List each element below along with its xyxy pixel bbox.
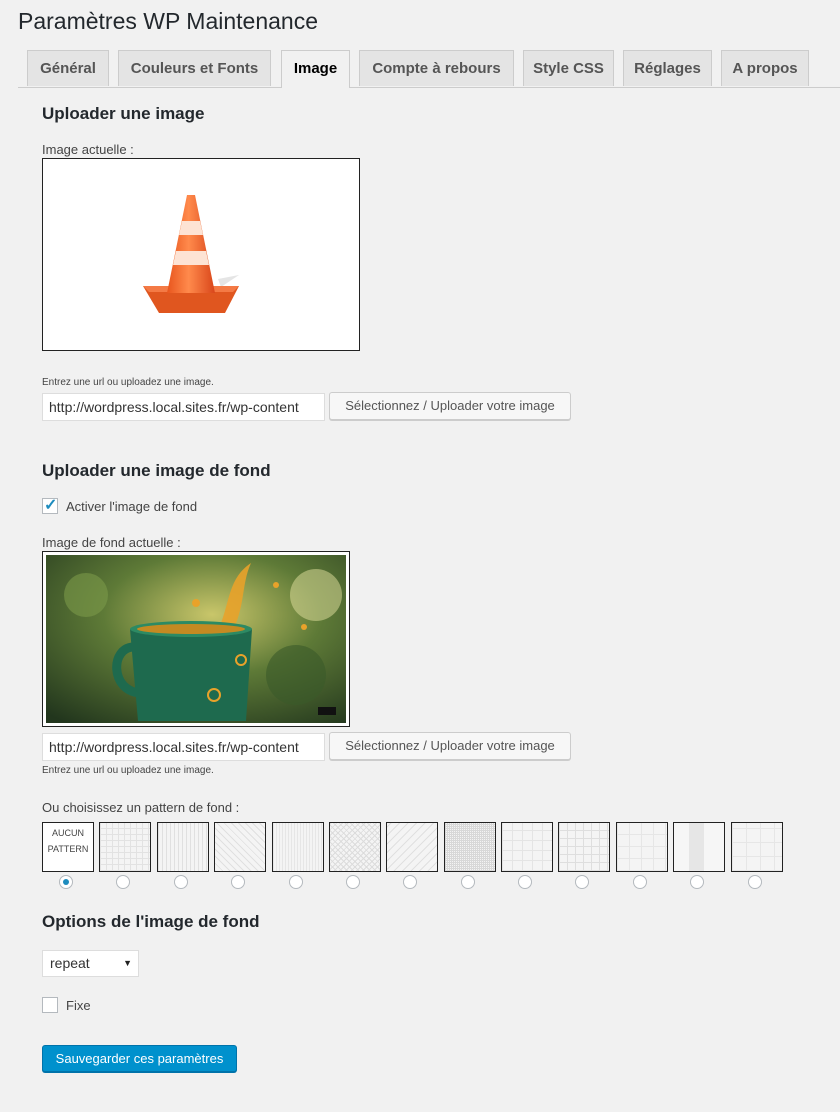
pattern-none[interactable]: AUCUN PATTERN <box>42 822 94 872</box>
pattern-radio-1[interactable] <box>116 875 130 889</box>
pattern-radio-4[interactable] <box>289 875 303 889</box>
pattern-6[interactable] <box>386 822 438 872</box>
pattern-11[interactable] <box>673 822 725 872</box>
pattern-radio-12[interactable] <box>748 875 762 889</box>
current-image-preview <box>42 158 360 351</box>
traffic-cone-icon <box>143 195 239 313</box>
pattern-4[interactable] <box>272 822 324 872</box>
tab-a-propos[interactable]: A propos <box>721 50 809 86</box>
background-help-text: Entrez une url ou uploadez une image. <box>42 765 214 776</box>
pattern-9[interactable] <box>558 822 610 872</box>
pattern-8[interactable] <box>501 822 553 872</box>
mug-photo-image <box>46 555 346 723</box>
pattern-12[interactable] <box>731 822 783 872</box>
pattern-7[interactable] <box>444 822 496 872</box>
pattern-label: Ou choisissez un pattern de fond : <box>42 800 240 815</box>
pattern-radio-10[interactable] <box>633 875 647 889</box>
pattern-none-line2: PATTERN <box>47 844 89 854</box>
upload-background-heading: Uploader une image de fond <box>42 461 271 480</box>
pattern-radio-9[interactable] <box>575 875 589 889</box>
pattern-radio-3[interactable] <box>231 875 245 889</box>
enable-background-label[interactable]: Activer l'image de fond <box>66 499 197 514</box>
tab-couleurs-fonts[interactable]: Couleurs et Fonts <box>118 50 271 86</box>
tab-image[interactable]: Image <box>281 50 350 88</box>
upload-background-button[interactable]: Sélectionnez / Uploader votre image <box>329 732 571 760</box>
checkmark-icon: ✓ <box>44 497 58 514</box>
tab-style-css[interactable]: Style CSS <box>523 50 614 86</box>
background-url-input[interactable]: http://wordpress.local.sites.fr/wp-conte… <box>42 733 325 761</box>
caret-down-icon: ▼ <box>123 958 132 968</box>
pattern-5[interactable] <box>329 822 381 872</box>
fixed-checkbox[interactable] <box>42 997 58 1013</box>
pattern-radio-none[interactable] <box>59 875 73 889</box>
pattern-radio-6[interactable] <box>403 875 417 889</box>
fixed-label[interactable]: Fixe <box>66 998 91 1013</box>
tab-reglages[interactable]: Réglages <box>623 50 712 86</box>
background-options-heading: Options de l'image de fond <box>42 912 260 931</box>
image-url-input[interactable]: http://wordpress.local.sites.fr/wp-conte… <box>42 393 325 421</box>
pattern-radio-2[interactable] <box>174 875 188 889</box>
upload-image-button[interactable]: Sélectionnez / Uploader votre image <box>329 392 571 420</box>
save-settings-button[interactable]: Sauvegarder ces paramètres <box>42 1045 237 1072</box>
tab-compte-a-rebours[interactable]: Compte à rebours <box>359 50 514 86</box>
pattern-radio-5[interactable] <box>346 875 360 889</box>
current-image-label: Image actuelle : <box>42 142 134 157</box>
pattern-1[interactable] <box>99 822 151 872</box>
tab-general[interactable]: Général <box>27 50 109 86</box>
pattern-10[interactable] <box>616 822 668 872</box>
repeat-select[interactable]: repeat ▼ <box>42 950 139 977</box>
pattern-3[interactable] <box>214 822 266 872</box>
page-title: Paramètres WP Maintenance <box>18 8 318 34</box>
pattern-radio-7[interactable] <box>461 875 475 889</box>
current-background-preview <box>42 551 350 727</box>
pattern-2[interactable] <box>157 822 209 872</box>
pattern-radio-11[interactable] <box>690 875 704 889</box>
upload-image-heading: Uploader une image <box>42 104 205 123</box>
repeat-select-value: repeat <box>50 955 90 971</box>
image-help-text: Entrez une url ou uploadez une image. <box>42 377 214 388</box>
tab-bar: Général Couleurs et Fonts Image Compte à… <box>18 50 840 88</box>
enable-background-checkbox[interactable]: ✓ <box>42 497 58 514</box>
current-background-label: Image de fond actuelle : <box>42 535 181 550</box>
pattern-none-line1: AUCUN <box>51 828 84 838</box>
pattern-radio-8[interactable] <box>518 875 532 889</box>
